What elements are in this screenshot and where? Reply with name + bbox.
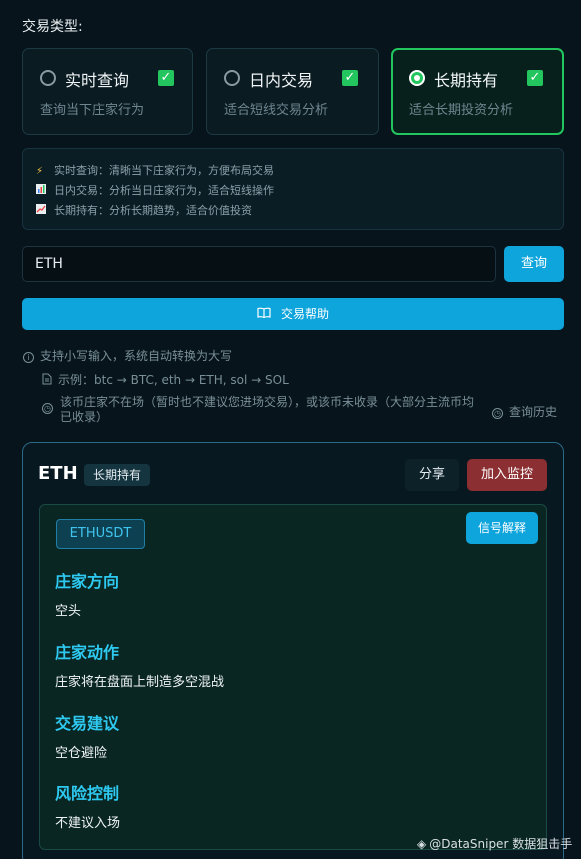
radio-realtime[interactable] bbox=[40, 70, 56, 86]
lowercase-note: i 支持小写输入，系统自动转换为大写 bbox=[23, 347, 232, 364]
lightning-icon: ⚡ bbox=[36, 166, 44, 177]
watermark: ◈ @DataSniper 数据狙击手 bbox=[417, 837, 573, 851]
radio-longterm[interactable] bbox=[409, 70, 425, 86]
section-value-advice: 空仓避险 bbox=[55, 746, 108, 761]
add-monitor-button[interactable]: 加入监控 bbox=[467, 459, 547, 491]
section-value-action: 庄家将在盘面上制造多空混战 bbox=[55, 675, 225, 690]
clock-icon: ◷ bbox=[42, 403, 53, 414]
trade-type-desc: 适合长期投资分析 bbox=[409, 103, 514, 118]
share-button[interactable]: 分享 bbox=[405, 459, 459, 491]
trade-type-tips: ⚡ 实时查询：清晰当下庄家行为，方便布局交易 日内交易：分析当日庄家行为，适合短线… bbox=[22, 148, 564, 230]
tip-realtime: ⚡ 实时查询：清晰当下庄家行为，方便布局交易 bbox=[36, 164, 274, 177]
book-icon bbox=[257, 299, 271, 331]
section-title-direction: 庄家方向 bbox=[55, 572, 120, 591]
trade-type-title: 实时查询 bbox=[65, 71, 130, 90]
radio-intraday[interactable] bbox=[224, 70, 240, 86]
trade-help-button[interactable]: 交易帮助 bbox=[22, 298, 564, 330]
mode-tag: 长期持有 bbox=[84, 464, 151, 486]
bar-chart-icon bbox=[36, 184, 50, 197]
trade-type-card-realtime[interactable]: 实时查询 ✓ 查询当下庄家行为 bbox=[22, 48, 193, 135]
example-note: 示例：btc → BTC, eth → ETH, sol → SOL bbox=[42, 371, 289, 388]
history-clock-icon: ◷ bbox=[492, 408, 503, 419]
trade-type-card-longterm[interactable]: 长期持有 ✓ 适合长期投资分析 bbox=[391, 48, 564, 135]
trade-type-desc: 查询当下庄家行为 bbox=[40, 103, 145, 118]
section-value-direction: 空头 bbox=[55, 604, 82, 619]
result-symbol: ETH bbox=[38, 463, 78, 484]
info-icon: i bbox=[23, 352, 34, 363]
diamond-logo-icon: ◈ bbox=[417, 837, 427, 851]
trend-chart-icon bbox=[36, 204, 50, 217]
section-title-advice: 交易建议 bbox=[55, 714, 120, 733]
check-icon: ✓ bbox=[158, 70, 174, 86]
query-button[interactable]: 查询 bbox=[504, 246, 564, 282]
check-icon: ✓ bbox=[342, 70, 358, 86]
section-title-action: 庄家动作 bbox=[55, 643, 120, 662]
trade-type-title: 日内交易 bbox=[249, 71, 314, 90]
tip-intraday: 日内交易：分析当日庄家行为，适合短线操作 bbox=[36, 182, 274, 198]
trading-pair-tag: ETHUSDT bbox=[56, 519, 145, 549]
signal-explain-button[interactable]: 信号解释 bbox=[466, 512, 538, 544]
trade-type-heading: 交易类型: bbox=[22, 19, 83, 35]
check-icon: ✓ bbox=[527, 70, 543, 86]
query-history-link[interactable]: ◷ 查询历史 bbox=[492, 403, 557, 420]
section-value-risk: 不建议入场 bbox=[55, 816, 121, 831]
document-icon bbox=[42, 373, 52, 388]
warning-note: ◷ 该币庄家不在场（暂时也不建议您进场交易），或该币未收录（大部分主流币均 已收… bbox=[42, 395, 475, 424]
trade-type-title: 长期持有 bbox=[434, 71, 499, 90]
tip-longterm: 长期持有：分析长期趋势，适合价值投资 bbox=[36, 202, 252, 218]
symbol-search-input[interactable] bbox=[22, 246, 496, 282]
trade-type-desc: 适合短线交易分析 bbox=[224, 103, 329, 118]
trade-type-card-intraday[interactable]: 日内交易 ✓ 适合短线交易分析 bbox=[206, 48, 379, 135]
section-title-risk: 风险控制 bbox=[55, 784, 120, 803]
